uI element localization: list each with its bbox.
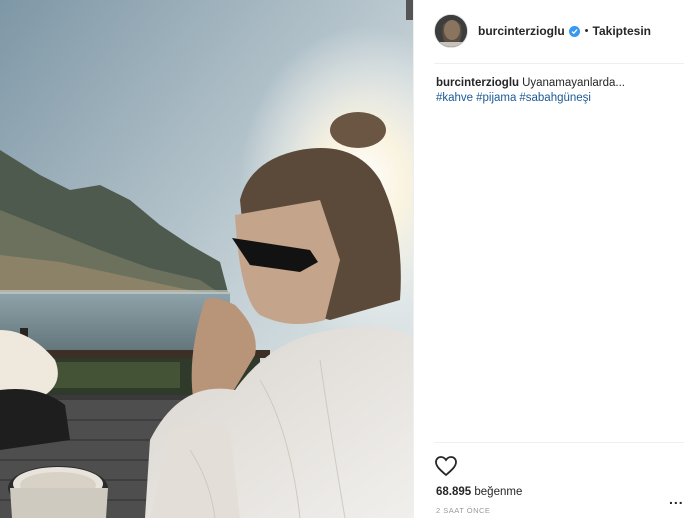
hashtag-link[interactable]: #kahve bbox=[436, 92, 473, 104]
likes-label: beğenme bbox=[474, 486, 523, 498]
username-link[interactable]: burcinterzioglu bbox=[478, 24, 565, 38]
separator-dot: • bbox=[584, 25, 589, 37]
hashtag-link[interactable]: #sabahgüneşi bbox=[519, 92, 591, 104]
hashtag-list: #kahve #pijama #sabahgüneşi bbox=[436, 92, 594, 104]
hashtag-link[interactable]: #pijama bbox=[476, 92, 516, 104]
more-options-icon[interactable]: ... bbox=[669, 491, 684, 507]
post-photo[interactable] bbox=[0, 0, 413, 518]
header-divider bbox=[434, 63, 684, 64]
verified-badge-icon bbox=[568, 25, 580, 37]
caption-text: Uyanamayanlarda... bbox=[522, 77, 625, 89]
caption-username-link[interactable]: burcinterzioglu bbox=[436, 77, 519, 89]
post-timestamp: 2 SAAT ÖNCE bbox=[436, 506, 491, 515]
post-sidebar: burcinterzioglu • Takiptesin burcinterzi… bbox=[413, 0, 700, 518]
heart-icon[interactable] bbox=[434, 455, 458, 477]
actions-divider bbox=[434, 442, 684, 443]
likes-number: 68.895 bbox=[436, 486, 472, 498]
photo-image bbox=[0, 0, 413, 518]
avatar[interactable] bbox=[434, 14, 468, 48]
likes-count[interactable]: 68.895 beğenme bbox=[436, 486, 522, 498]
avatar-image bbox=[435, 15, 467, 47]
follow-status-button[interactable]: Takiptesin bbox=[593, 24, 651, 38]
post-header: burcinterzioglu • Takiptesin bbox=[434, 14, 651, 48]
post-caption: burcinterzioglu Uyanamayanlarda... #kahve… bbox=[436, 76, 676, 106]
